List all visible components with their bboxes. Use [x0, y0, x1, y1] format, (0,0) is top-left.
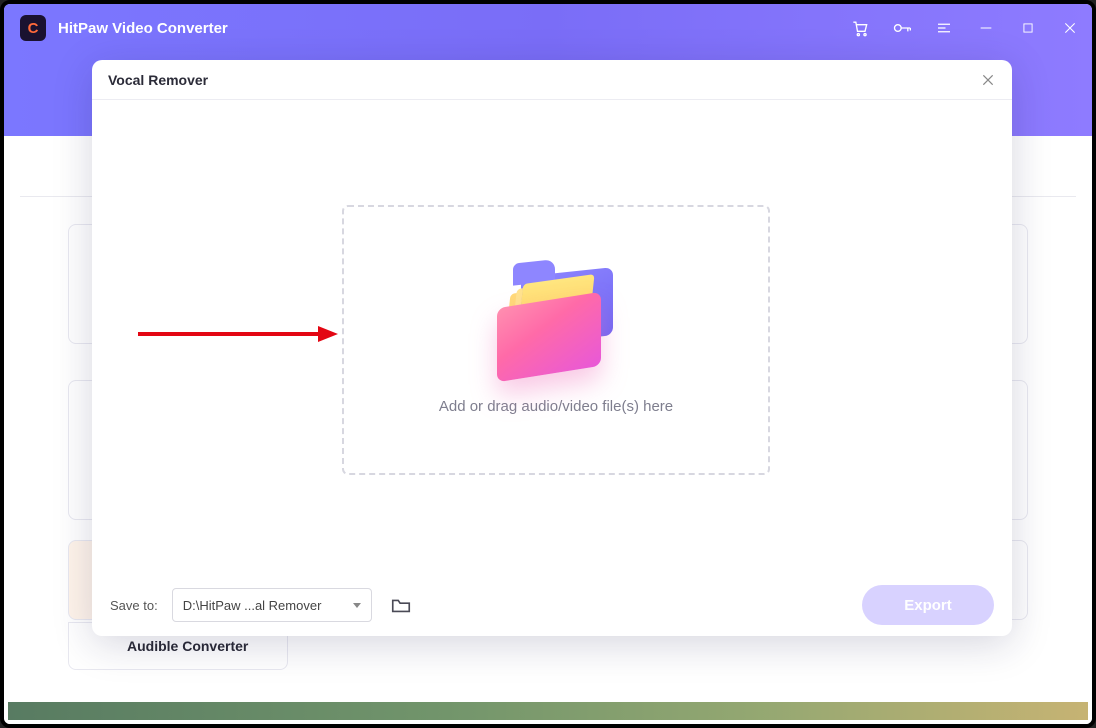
cart-icon[interactable] — [850, 18, 870, 38]
export-button[interactable]: Export — [862, 585, 994, 625]
menu-icon[interactable] — [934, 18, 954, 38]
export-button-label: Export — [904, 597, 952, 614]
close-dialog-button[interactable] — [978, 70, 998, 90]
dialog-footer: Save to: D:\HitPaw ...al Remover Export — [92, 574, 1012, 636]
app-logo-icon — [20, 15, 46, 41]
minimize-button[interactable] — [976, 18, 996, 38]
app-window: HitPaw Video Converter — [0, 0, 1096, 728]
maximize-button[interactable] — [1018, 18, 1038, 38]
window-controls — [850, 18, 1080, 38]
file-dropzone[interactable]: Add or drag audio/video file(s) here — [342, 205, 770, 475]
save-path-select[interactable]: D:\HitPaw ...al Remover — [172, 588, 372, 622]
save-to-label: Save to: — [110, 598, 158, 613]
audible-converter-label: Audible Converter — [127, 638, 248, 654]
chevron-down-icon — [353, 603, 361, 608]
dialog-title: Vocal Remover — [108, 72, 208, 88]
dropzone-text: Add or drag audio/video file(s) here — [439, 398, 673, 415]
browse-folder-button[interactable] — [386, 592, 416, 618]
vocal-remover-dialog: Vocal Remover Add or drag audio/video fi… — [92, 60, 1012, 636]
dialog-header: Vocal Remover — [92, 60, 1012, 100]
app-title: HitPaw Video Converter — [58, 20, 228, 37]
close-window-button[interactable] — [1060, 18, 1080, 38]
folder-icon — [491, 266, 621, 376]
key-icon[interactable] — [892, 18, 912, 38]
dialog-body: Add or drag audio/video file(s) here — [92, 100, 1012, 574]
save-path-value: D:\HitPaw ...al Remover — [183, 598, 322, 613]
bottom-decoration — [8, 702, 1088, 720]
